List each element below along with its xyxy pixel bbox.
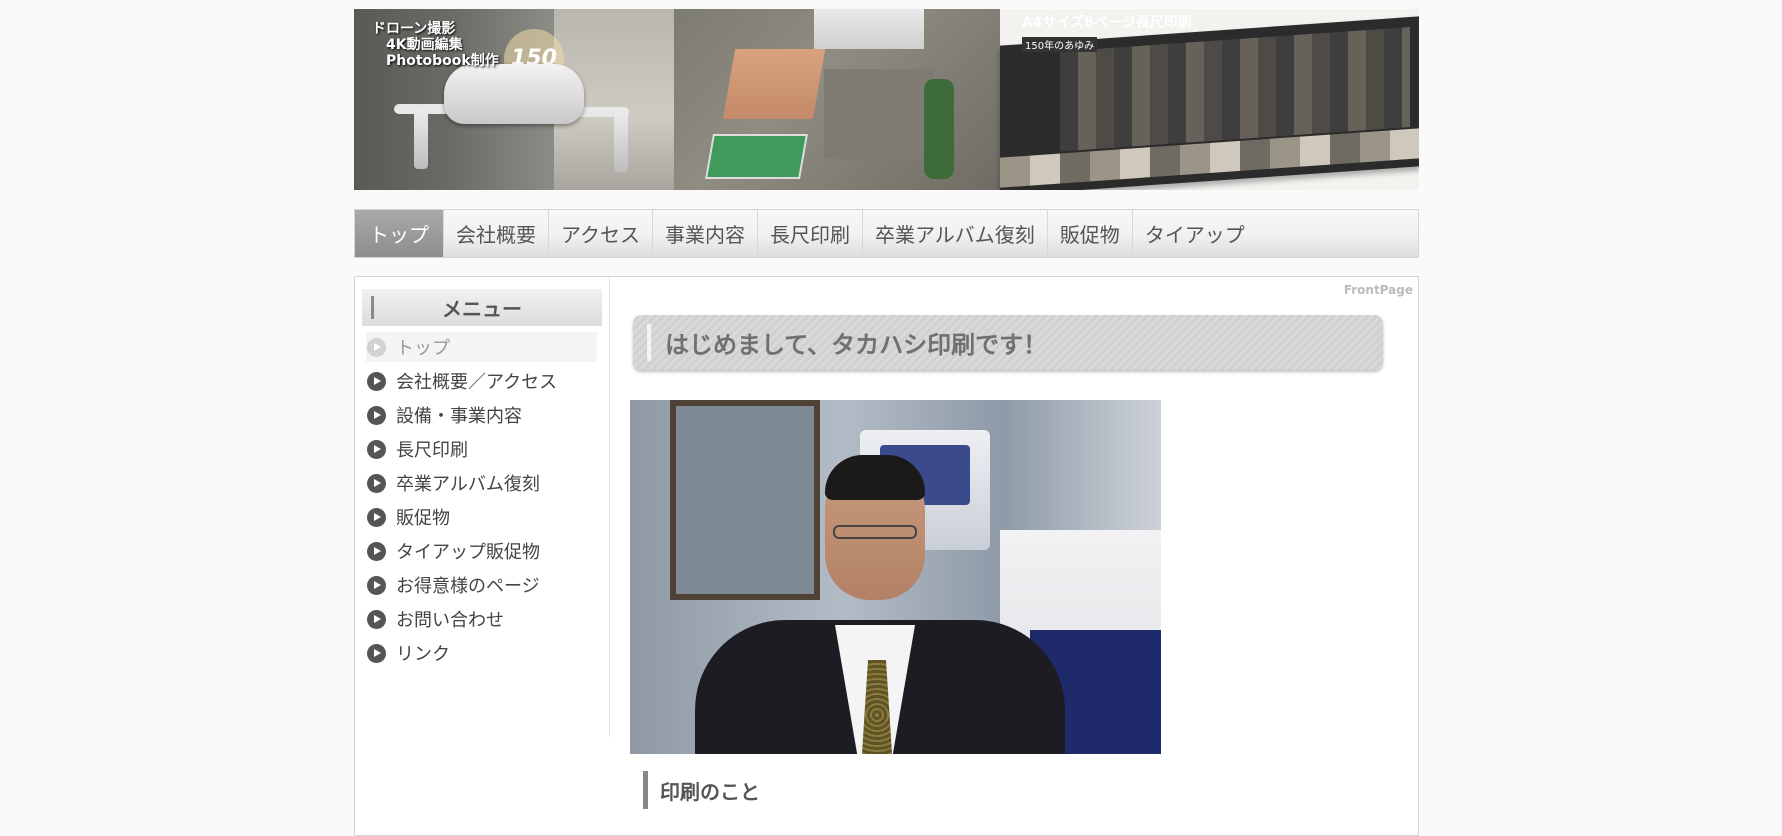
- arrow-bullet-icon: [367, 406, 386, 425]
- main-container: メニュー トップ 会社概要／アクセス 設備・事業内容 長尺印刷 卒業アルバム復刻…: [354, 276, 1419, 836]
- sidebar-item-company-access[interactable]: 会社概要／アクセス: [366, 366, 597, 396]
- arrow-bullet-icon: [367, 610, 386, 629]
- topnav-company[interactable]: 会社概要: [444, 210, 549, 257]
- arrow-bullet-icon: [367, 508, 386, 527]
- sidebar: メニュー トップ 会社概要／アクセス 設備・事業内容 長尺印刷 卒業アルバム復刻…: [355, 277, 610, 737]
- arrow-bullet-icon: [367, 338, 386, 357]
- topnav-tieup[interactable]: タイアップ: [1133, 210, 1257, 257]
- drone-icon: [444, 64, 584, 124]
- sidebar-item-equipment[interactable]: 設備・事業内容: [366, 400, 597, 430]
- drone-banner-image: 150 ドローン撮影 4K動画編集 Photobook制作: [354, 9, 674, 190]
- section-heading: 印刷のこと: [643, 771, 760, 809]
- arrow-bullet-icon: [367, 542, 386, 561]
- arrow-bullet-icon: [367, 474, 386, 493]
- banner-print-title: A4サイズ8ページ長尺印刷: [1022, 15, 1192, 31]
- sidebar-heading: メニュー: [362, 289, 602, 326]
- sidebar-item-contact[interactable]: お問い合わせ: [366, 604, 597, 634]
- long-print-banner: A4サイズ8ページ長尺印刷 150年のあゆみ: [1000, 9, 1419, 190]
- sidebar-item-tieup-promo[interactable]: タイアップ販促物: [366, 536, 597, 566]
- president-photo: [630, 400, 1161, 754]
- banner-print-subtitle: 150年のあゆみ: [1022, 37, 1098, 52]
- arrow-bullet-icon: [367, 644, 386, 663]
- topnav-long-print[interactable]: 長尺印刷: [758, 210, 863, 257]
- topnav-promo[interactable]: 販促物: [1048, 210, 1133, 257]
- arrow-bullet-icon: [367, 372, 386, 391]
- page-label: FrontPage: [1343, 283, 1413, 297]
- content-area: FrontPage はじめまして、タカハシ印刷です！ 印刷のこと: [611, 277, 1418, 835]
- aerial-photo: [674, 9, 1000, 190]
- topnav-top[interactable]: トップ: [355, 210, 444, 257]
- topnav-access[interactable]: アクセス: [549, 210, 653, 257]
- topnav-business[interactable]: 事業内容: [653, 210, 758, 257]
- topnav-album-reprint[interactable]: 卒業アルバム復刻: [863, 210, 1048, 257]
- sidebar-item-long-print[interactable]: 長尺印刷: [366, 434, 597, 464]
- page-title: はじめまして、タカハシ印刷です！: [633, 315, 1383, 370]
- sidebar-item-album-reprint[interactable]: 卒業アルバム復刻: [366, 468, 597, 498]
- top-navigation: トップ 会社概要 アクセス 事業内容 長尺印刷 卒業アルバム復刻 販促物 タイア…: [354, 209, 1419, 258]
- arrow-bullet-icon: [367, 576, 386, 595]
- sidebar-item-links[interactable]: リンク: [366, 638, 597, 668]
- header-banner: 150 ドローン撮影 4K動画編集 Photobook制作 A4サイズ8ページ長…: [354, 9, 1419, 190]
- sidebar-item-customer-page[interactable]: お得意様のページ: [366, 570, 597, 600]
- sidebar-item-top[interactable]: トップ: [366, 332, 597, 362]
- banner-caption: ドローン撮影 4K動画編集 Photobook制作: [372, 21, 499, 69]
- sidebar-item-promo[interactable]: 販促物: [366, 502, 597, 532]
- arrow-bullet-icon: [367, 440, 386, 459]
